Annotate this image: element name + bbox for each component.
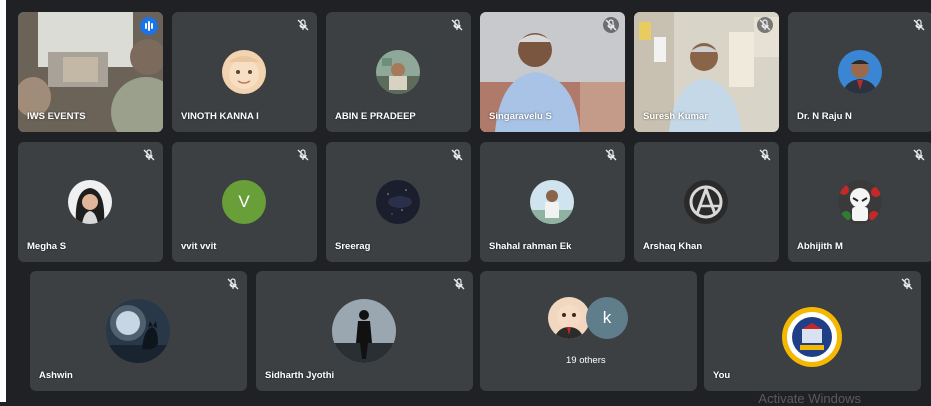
participant-tile-iws-events[interactable]: IWS EVENTS bbox=[18, 12, 163, 132]
mic-off-icon bbox=[603, 17, 619, 33]
mic-off-icon bbox=[449, 17, 465, 33]
participant-tile-you[interactable]: You bbox=[704, 271, 921, 391]
participant-tile-vinoth[interactable]: VINOTH KANNA I bbox=[172, 12, 317, 132]
letter-avatar: V bbox=[222, 180, 266, 224]
avatar bbox=[684, 180, 728, 224]
avatar bbox=[838, 50, 882, 94]
participant-tile-vvit[interactable]: V vvit vvit bbox=[172, 142, 317, 262]
mic-off-icon bbox=[449, 147, 465, 163]
avatar bbox=[838, 180, 882, 224]
participant-name: You bbox=[713, 370, 731, 381]
window-edge bbox=[0, 0, 6, 402]
participant-tile-suresh[interactable]: Suresh Kumar bbox=[634, 12, 779, 132]
participant-tile-ashwin[interactable]: Ashwin bbox=[30, 271, 247, 391]
participant-tile-sreerag[interactable]: Sreerag bbox=[326, 142, 471, 262]
avatar bbox=[548, 297, 590, 339]
avatar bbox=[530, 180, 574, 224]
mic-off-icon bbox=[295, 147, 311, 163]
participant-name: Arshaq Khan bbox=[643, 241, 703, 252]
mic-off-icon bbox=[225, 276, 241, 292]
participant-name: Ashwin bbox=[39, 370, 73, 381]
avatar bbox=[222, 50, 266, 94]
mic-off-icon bbox=[451, 276, 467, 292]
mic-off-icon bbox=[757, 147, 773, 163]
avatar bbox=[106, 299, 170, 363]
participant-tile-megha[interactable]: Megha S bbox=[18, 142, 163, 262]
avatar bbox=[68, 180, 112, 224]
avatar bbox=[332, 299, 396, 363]
letter-avatar: k bbox=[586, 297, 628, 339]
avatar bbox=[376, 50, 420, 94]
audio-level-icon bbox=[140, 17, 158, 35]
participant-tile-shahal[interactable]: Shahal rahman Ek bbox=[480, 142, 625, 262]
participant-name: Dr. N Raju N bbox=[797, 111, 852, 122]
participant-tile-singaravelu[interactable]: Singaravelu S bbox=[480, 12, 625, 132]
mic-off-icon bbox=[757, 17, 773, 33]
participant-tile-abhijith[interactable]: Abhijith M bbox=[788, 142, 931, 262]
participant-name: ABIN E PRADEEP bbox=[335, 111, 416, 122]
avatar bbox=[376, 180, 420, 224]
participant-name: Sidharth Jyothi bbox=[265, 370, 335, 381]
mic-off-icon bbox=[603, 147, 619, 163]
participant-name: Suresh Kumar bbox=[643, 111, 708, 122]
participant-name: Singaravelu S bbox=[489, 111, 552, 122]
mic-off-icon bbox=[911, 17, 927, 33]
mic-off-icon bbox=[141, 147, 157, 163]
mic-off-icon bbox=[899, 276, 915, 292]
others-tile[interactable]: k 19 others bbox=[480, 271, 697, 391]
participant-name: Shahal rahman Ek bbox=[489, 241, 572, 252]
participant-name: vvit vvit bbox=[181, 241, 217, 252]
others-count: 19 others bbox=[566, 355, 606, 366]
participant-name: Megha S bbox=[27, 241, 67, 252]
participant-name: Abhijith M bbox=[797, 241, 843, 252]
participant-name: IWS EVENTS bbox=[27, 111, 86, 122]
participant-name: Sreerag bbox=[335, 241, 371, 252]
mic-off-icon bbox=[295, 17, 311, 33]
participant-name: VINOTH KANNA I bbox=[181, 111, 259, 122]
activate-windows-watermark: Activate Windows bbox=[758, 391, 861, 406]
participant-tile-arshaq[interactable]: Arshaq Khan bbox=[634, 142, 779, 262]
participant-tile-sidharth[interactable]: Sidharth Jyothi bbox=[256, 271, 473, 391]
mic-off-icon bbox=[911, 147, 927, 163]
participant-tile-raju[interactable]: Dr. N Raju N bbox=[788, 12, 931, 132]
avatar bbox=[780, 305, 844, 369]
participant-tile-abin[interactable]: ABIN E PRADEEP bbox=[326, 12, 471, 132]
